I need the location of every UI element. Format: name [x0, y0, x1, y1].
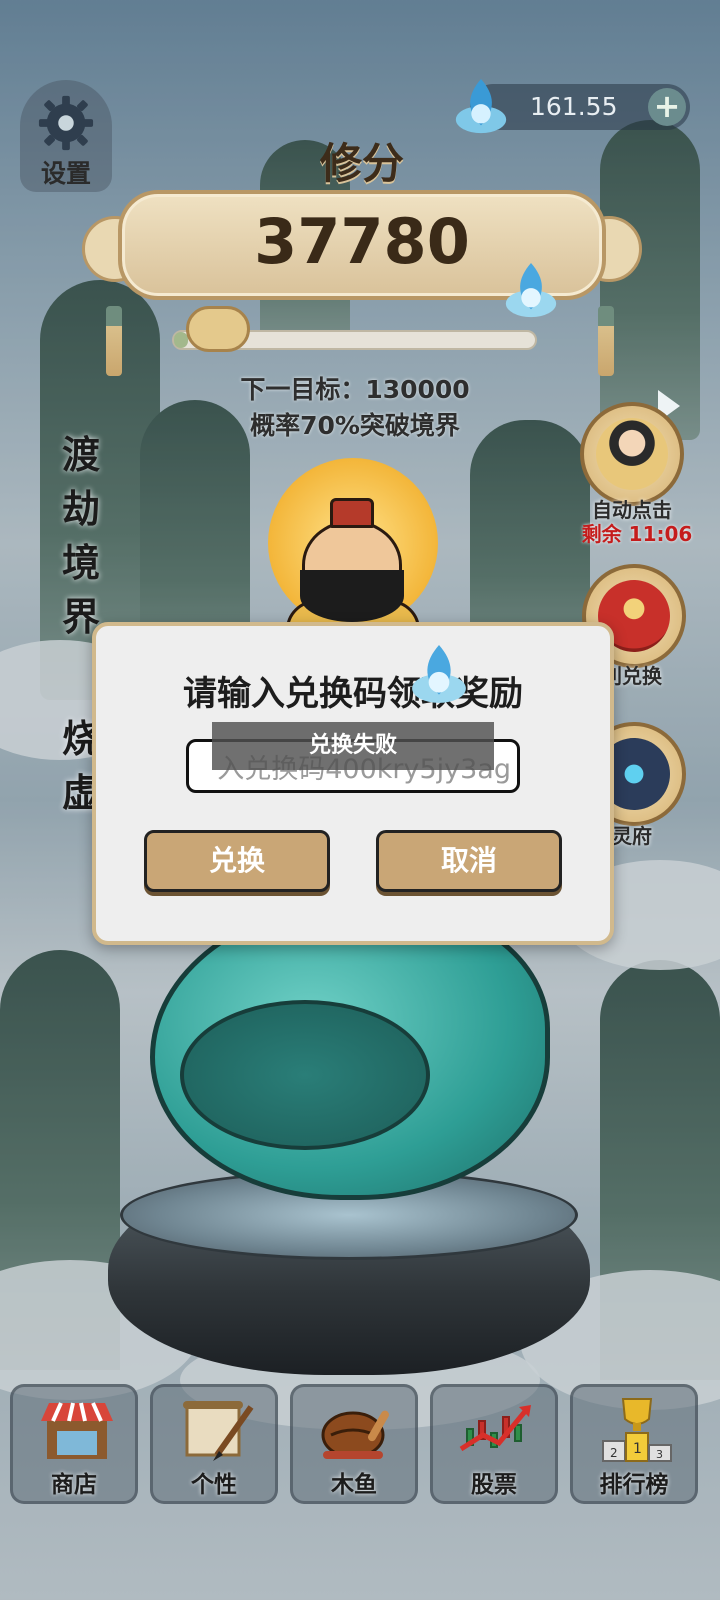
dialog-title: 请输入兑换码领取奖励 [183, 674, 523, 714]
nav-wooden-fish[interactable]: 木鱼 [290, 1384, 418, 1504]
nav-leaderboard[interactable]: 2 1 3 排行榜 [570, 1384, 698, 1504]
brush-scroll-icon [183, 1401, 254, 1461]
auto-click-button[interactable] [580, 402, 684, 506]
toast-message: 兑换失败 [212, 722, 494, 770]
currency-display: 161.55 + [455, 78, 690, 134]
immortal-avatar-icon [596, 418, 668, 490]
score-title: 修分 [319, 139, 404, 188]
redeem-button[interactable]: 兑换 [144, 830, 330, 892]
cancel-button[interactable]: 取消 [376, 830, 562, 892]
auto-click-timer: 剩余 11:06 [581, 522, 693, 546]
spirit-flame-icon [412, 645, 466, 703]
realm-label: 渡 劫 境 界 [61, 433, 100, 639]
trophy-podium-icon: 2 1 3 [602, 1398, 672, 1462]
spirit-flame-icon [505, 262, 557, 318]
breakthrough-chance-text: 概率70%突破境界 [250, 411, 460, 440]
svg-text:3: 3 [656, 1448, 663, 1461]
stock-chart-icon [459, 1405, 531, 1452]
nav-personality[interactable]: 个性 [150, 1384, 278, 1504]
shop-icon [41, 1402, 113, 1459]
nav-stocks[interactable]: 股票 [430, 1384, 558, 1504]
svg-text:1: 1 [633, 1441, 642, 1457]
svg-text:2: 2 [610, 1446, 618, 1460]
tassel-left [106, 306, 122, 376]
target-info: 下一目标：130000 概率70%突破境界 [200, 372, 510, 444]
wooden-fish-icon [321, 1410, 389, 1459]
nav-shop[interactable]: 商店 [10, 1384, 138, 1504]
tassel-right [598, 306, 614, 376]
progress-cloud-marker [186, 306, 250, 352]
next-target-text: 下一目标：130000 [240, 375, 470, 404]
add-currency-button[interactable]: + [648, 88, 686, 126]
currency-value: 161.55 [530, 92, 618, 121]
